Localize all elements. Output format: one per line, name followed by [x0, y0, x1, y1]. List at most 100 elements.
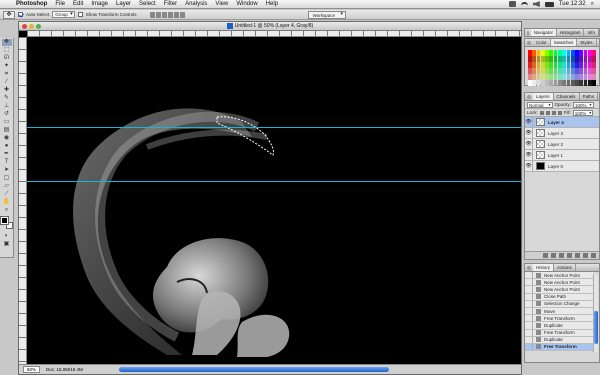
auto-select-mode-dropdown[interactable]: Group	[52, 11, 75, 18]
blur-tool-icon[interactable]: ◉	[2, 135, 12, 142]
color-swatch[interactable]	[545, 50, 549, 56]
color-swatch[interactable]	[570, 62, 575, 68]
tab-info[interactable]: Info	[584, 29, 599, 36]
new-group-icon[interactable]	[575, 253, 580, 258]
eraser-tool-icon[interactable]: ▭	[2, 119, 12, 126]
color-swatch[interactable]	[540, 62, 545, 68]
color-swatch[interactable]	[587, 80, 592, 86]
shape-tool-icon[interactable]: ▢	[2, 175, 12, 182]
color-swatch[interactable]	[575, 68, 579, 74]
color-swatch[interactable]	[553, 80, 558, 86]
color-swatch[interactable]	[540, 56, 545, 62]
color-swatch[interactable]	[575, 80, 579, 86]
color-swatch[interactable]	[562, 74, 567, 80]
color-swatch[interactable]	[570, 74, 575, 80]
tab-color[interactable]: Color	[533, 39, 551, 46]
layer-row[interactable]: 👁 Layer 0	[525, 161, 599, 172]
color-swatch[interactable]	[540, 68, 545, 74]
color-swatch[interactable]	[583, 50, 588, 56]
color-swatch[interactable]	[545, 80, 549, 86]
panel-close-icon[interactable]	[527, 266, 531, 270]
color-swatch[interactable]	[549, 68, 554, 74]
visibility-eye-icon[interactable]: 👁	[525, 161, 533, 171]
align-right-icon[interactable]	[179, 11, 185, 18]
color-swatch[interactable]	[536, 80, 541, 86]
eyedropper-tool-icon[interactable]: ⟋	[2, 191, 12, 198]
color-swatch[interactable]	[553, 50, 558, 56]
color-swatch[interactable]	[579, 62, 584, 68]
color-swatch[interactable]	[536, 62, 541, 68]
type-tool-icon[interactable]: T	[2, 159, 12, 166]
color-swatch[interactable]	[570, 80, 575, 86]
visibility-eye-icon[interactable]: 👁	[525, 150, 533, 160]
color-swatch[interactable]	[579, 68, 584, 74]
menu-image[interactable]: Image	[87, 0, 112, 9]
history-item[interactable]: Duplicate	[525, 322, 593, 330]
horizontal-scrollbar[interactable]	[118, 367, 389, 372]
align-middle-icon[interactable]	[155, 11, 161, 18]
layer-row[interactable]: 👁 Layer 2	[525, 139, 599, 150]
history-item[interactable]: New Anchor Point	[525, 286, 593, 294]
color-swatch[interactable]	[540, 74, 545, 80]
color-swatch[interactable]	[536, 74, 541, 80]
zoom-window-icon[interactable]	[36, 24, 41, 29]
color-swatch[interactable]	[549, 80, 554, 86]
swatch-grid[interactable]	[528, 50, 596, 86]
tab-actions[interactable]: Actions	[554, 264, 576, 271]
color-swatch[interactable]	[528, 50, 532, 56]
history-item[interactable]: Free Transform	[525, 329, 593, 337]
menu-window[interactable]: Window	[232, 0, 261, 9]
marquee-tool-icon[interactable]: ⬚	[2, 47, 12, 54]
tab-swatches[interactable]: Swatches	[550, 39, 578, 46]
color-swatch[interactable]	[557, 74, 562, 80]
menu-file[interactable]: File	[51, 0, 69, 9]
menu-filter[interactable]: Filter	[160, 0, 181, 9]
color-swatch[interactable]	[540, 50, 545, 56]
tab-history[interactable]: History	[533, 264, 555, 271]
color-swatch[interactable]	[557, 80, 562, 86]
color-swatch[interactable]	[562, 80, 567, 86]
menubar-clock[interactable]: Tue 12:32	[559, 1, 586, 7]
foreground-color-swatch[interactable]	[0, 216, 9, 225]
color-swatch[interactable]	[570, 56, 575, 62]
color-swatch[interactable]	[575, 56, 579, 62]
zoom-field[interactable]: 50%	[23, 366, 41, 373]
color-swatch[interactable]	[566, 62, 571, 68]
lasso-tool-icon[interactable]: ᘏ	[2, 55, 12, 62]
trash-icon[interactable]	[591, 253, 596, 258]
color-swatch[interactable]	[557, 50, 562, 56]
menu-analysis[interactable]: Analysis	[181, 0, 211, 9]
color-swatch[interactable]	[536, 50, 541, 56]
history-item[interactable]: Selection Change	[525, 300, 593, 308]
move-tool-icon[interactable]: ✥	[1, 39, 12, 46]
tab-styles[interactable]: Styles	[577, 39, 597, 46]
link-layers-icon[interactable]	[543, 253, 548, 258]
color-swatch[interactable]	[532, 68, 537, 74]
history-item[interactable]: Move	[525, 307, 593, 316]
color-swatch[interactable]	[579, 56, 584, 62]
magic-wand-tool-icon[interactable]: ✦	[2, 63, 12, 70]
menu-help[interactable]: Help	[262, 0, 282, 9]
tab-layers[interactable]: Layers	[533, 93, 554, 100]
color-swatch[interactable]	[545, 74, 549, 80]
color-swatch[interactable]	[566, 80, 571, 86]
lock-transparency-icon[interactable]	[539, 110, 544, 115]
color-swatch[interactable]	[562, 50, 567, 56]
color-swatch[interactable]	[549, 56, 554, 62]
color-swatch[interactable]	[553, 74, 558, 80]
color-swatch[interactable]	[557, 68, 562, 74]
color-swatch[interactable]	[562, 68, 567, 74]
color-swatch[interactable]	[540, 80, 545, 86]
menu-edit[interactable]: Edit	[69, 0, 87, 9]
panel-close-icon[interactable]	[527, 95, 531, 99]
menu-view[interactable]: View	[211, 0, 232, 9]
color-swatch[interactable]	[528, 74, 532, 80]
color-swatch[interactable]	[570, 50, 575, 56]
battery-icon[interactable]	[544, 1, 554, 7]
align-top-icon[interactable]	[149, 11, 155, 18]
zoom-tool-icon[interactable]: ⌕	[2, 207, 12, 214]
color-swatch[interactable]	[579, 50, 584, 56]
wifi-icon[interactable]	[520, 2, 528, 6]
color-swatch[interactable]	[587, 50, 592, 56]
auto-select-checkbox[interactable]	[18, 12, 23, 17]
